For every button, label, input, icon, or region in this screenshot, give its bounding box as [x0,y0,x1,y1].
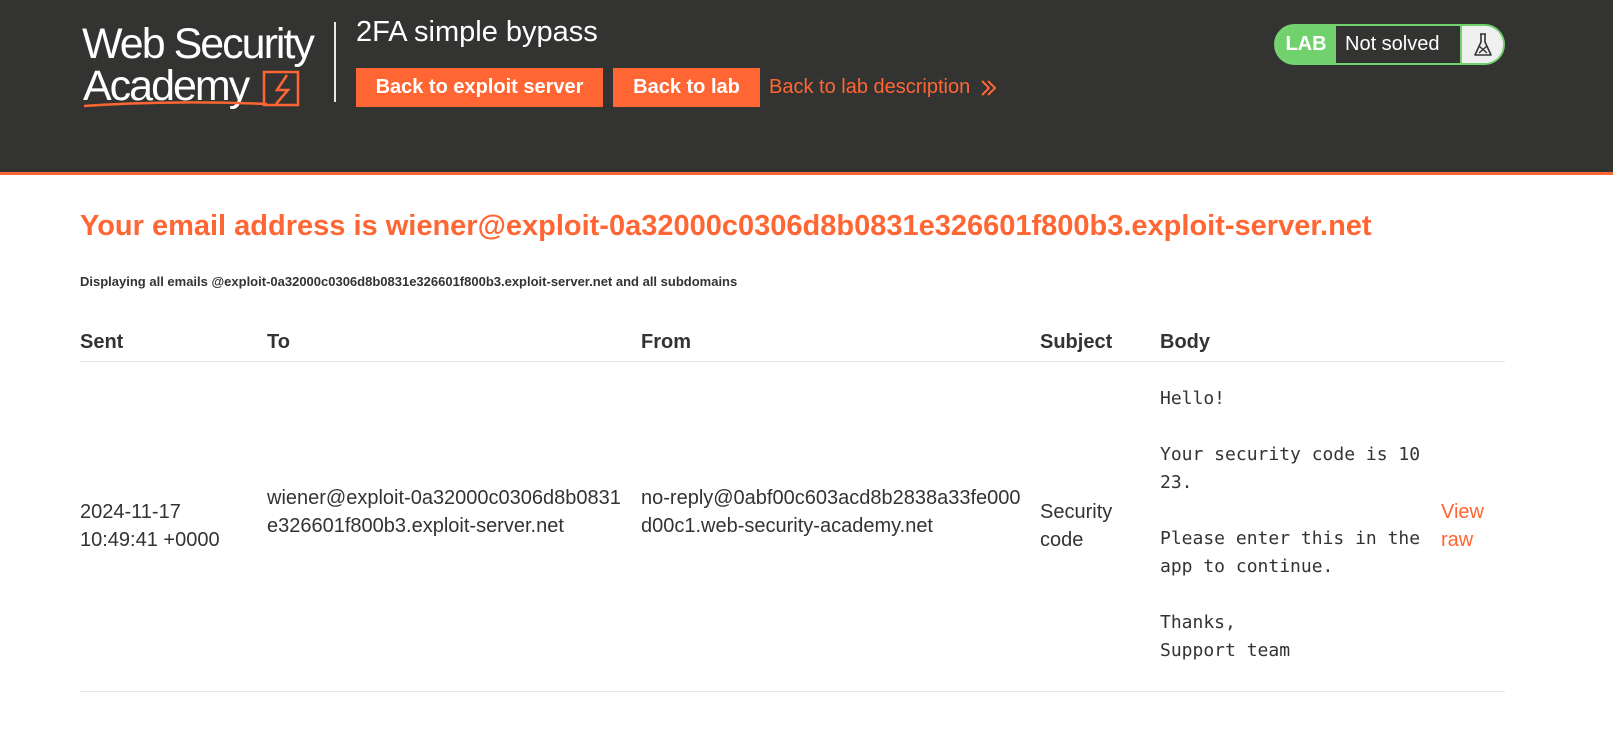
back-to-lab-description-link[interactable]: Back to lab description [769,76,970,99]
email-address-heading: Your email address is wiener@exploit-0a3… [80,210,1372,242]
lab-flask-container [1460,26,1503,63]
logo-bolt-icon [274,74,291,105]
web-security-academy-logo[interactable]: Web Security Academy [82,20,332,115]
lab-title: 2FA simple bypass [356,16,598,48]
flask-icon [1473,32,1492,56]
column-header-to: To [267,331,290,353]
logo-divider [334,22,336,102]
table-header-divider [80,361,1505,362]
cell-sent: 2024-11-17 10:49:41 +0000 [80,501,220,551]
double-chevron-right-icon [981,80,997,96]
page-header: Web Security Academy 2FA simple bypass B… [0,0,1613,175]
back-to-exploit-server-button[interactable]: Back to exploit server [356,68,603,107]
column-header-sent: Sent [80,331,124,353]
cell-to: wiener@exploit-0a32000c0306d8b0831e32660… [267,487,621,537]
column-header-subject: Subject [1040,331,1113,353]
email-domain-note: Displaying all emails @exploit-0a32000c0… [80,274,738,289]
column-header-body: Body [1160,331,1210,353]
lab-status-text: Not solved [1336,26,1460,63]
table-row-divider [80,691,1505,692]
lab-tag: LAB [1276,26,1336,63]
cell-body: Hello! Your security code is 1023. Pleas… [1160,388,1421,661]
back-to-lab-button[interactable]: Back to lab [613,68,760,107]
column-header-from: From [641,331,691,353]
logo-line1: Web Security [82,20,315,68]
view-raw-link[interactable]: View raw [1441,498,1501,554]
cell-subject: Security code [1040,501,1113,551]
cell-from: no-reply@0abf00c603acd8b2838a33fe000d00c… [641,487,1021,537]
lab-status-widget[interactable]: LAB Not solved [1274,24,1505,65]
